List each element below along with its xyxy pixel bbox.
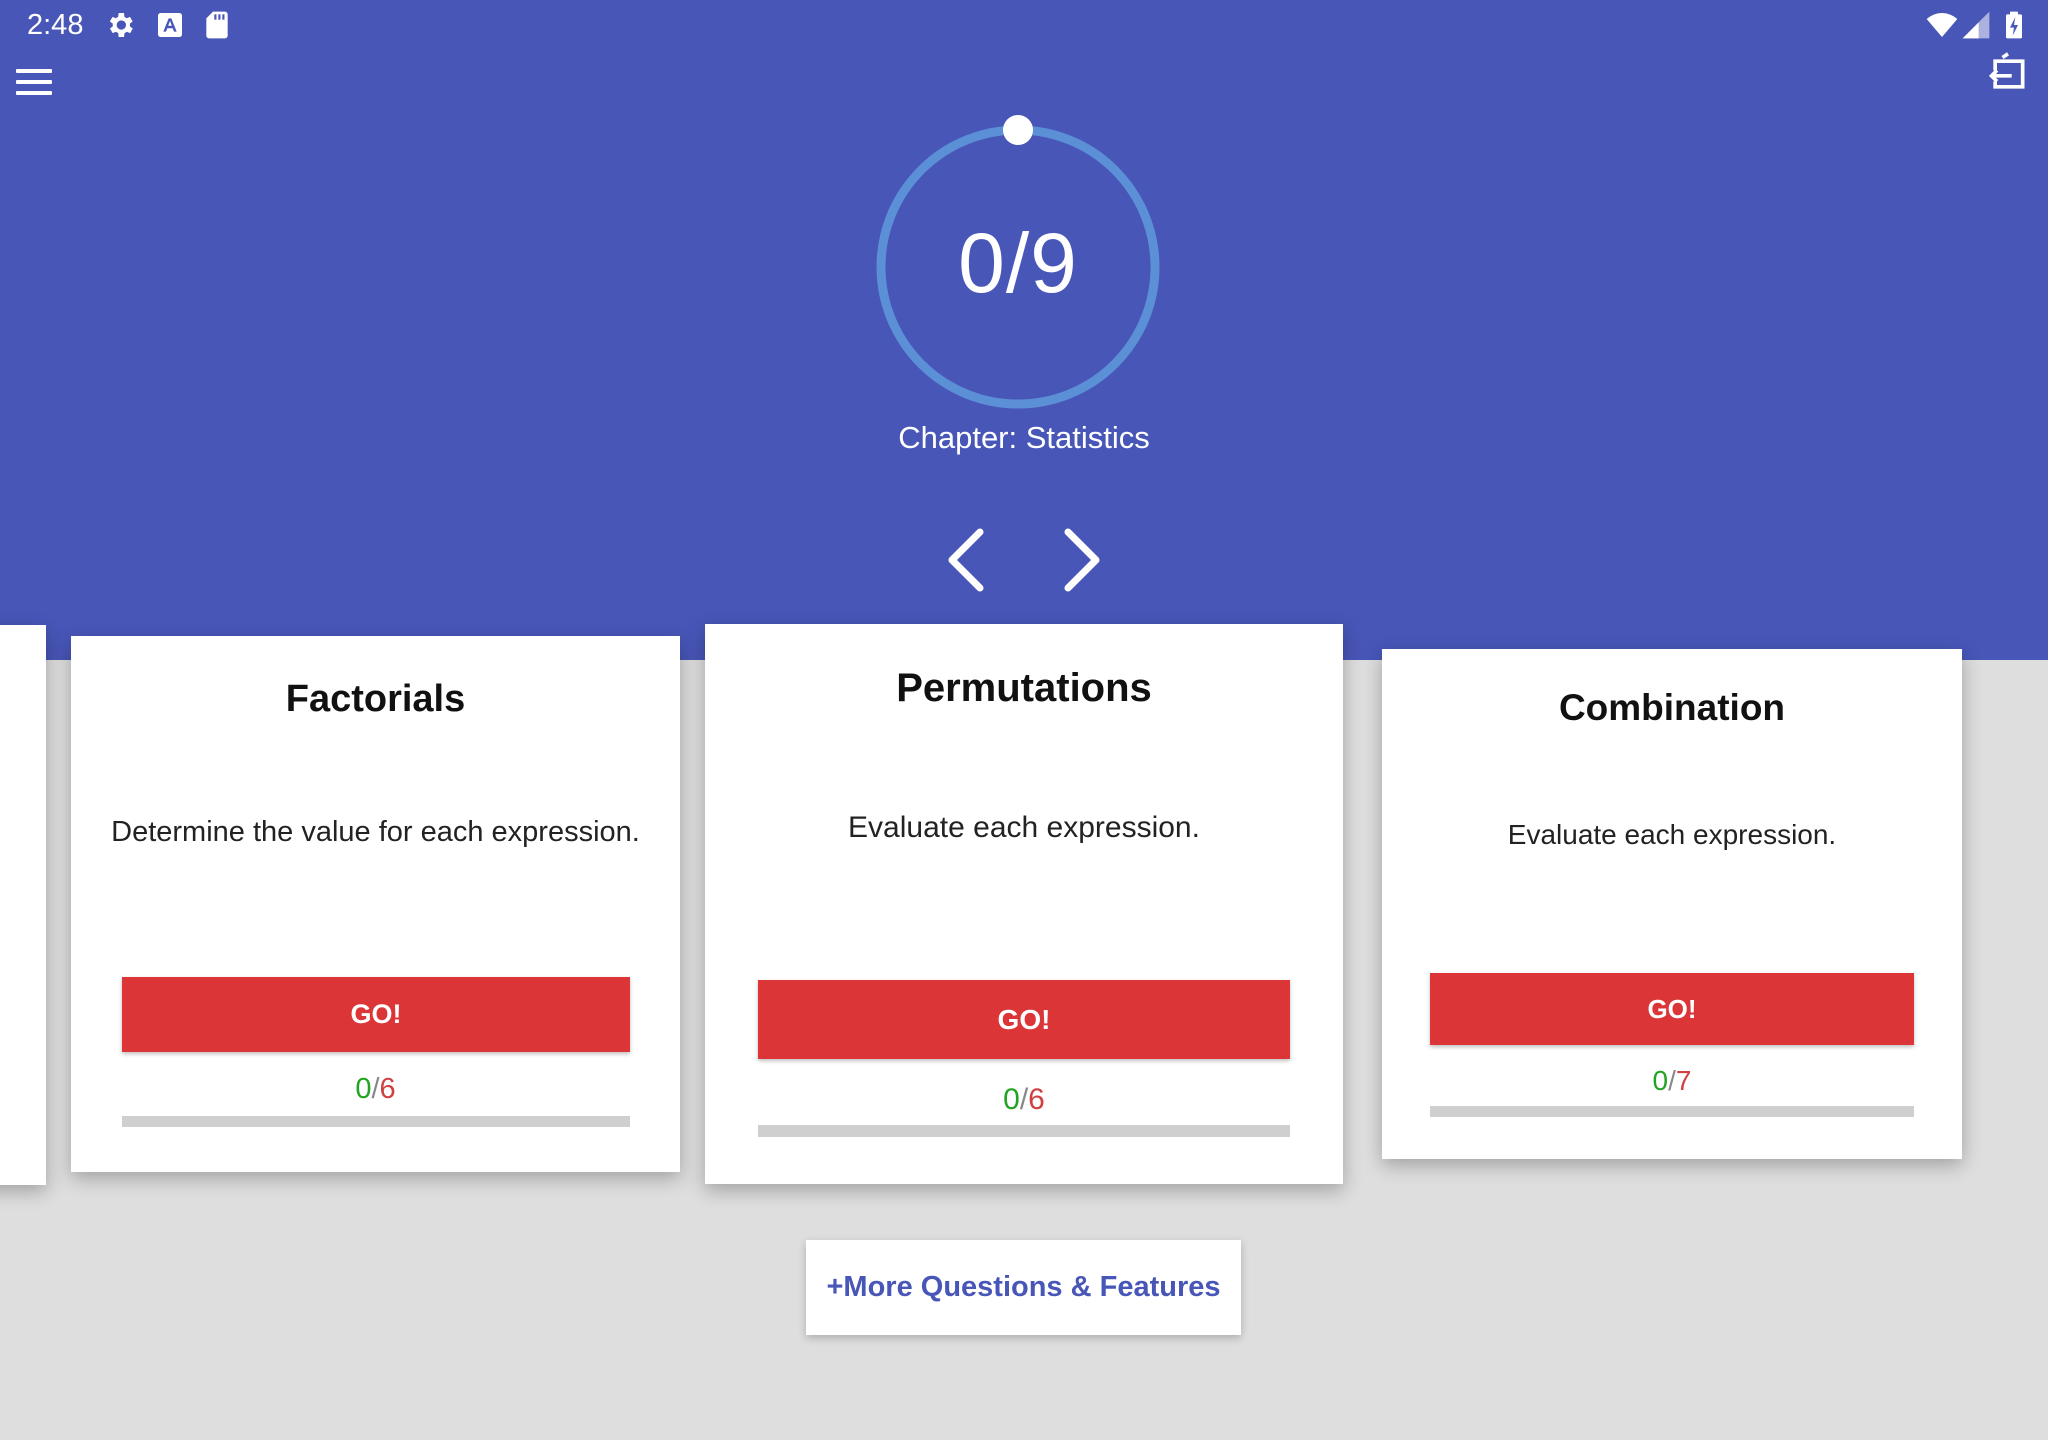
score-total: 6 [379,1073,396,1105]
score-separator: / [1019,1083,1029,1116]
card-progress-bar [758,1125,1290,1137]
card-partial-left [0,625,46,1185]
card-progress-bar [122,1116,630,1127]
score-correct: 0 [1652,1065,1669,1096]
card-progress-bar [1430,1106,1914,1117]
go-button[interactable]: GO! [758,980,1290,1059]
sd-card-icon [206,11,228,39]
status-time: 2:48 [27,9,84,41]
card-title: Combination [1558,687,1786,728]
status-bar: 2:48 [0,0,2048,50]
progress-count: 0/9 [958,216,1078,310]
topic-card-factorials: Factorials Determine the value for each … [71,636,680,1172]
chapter-title: Chapter: Statistics [898,420,1150,455]
score-total: 6 [1028,1083,1045,1116]
card-title: Factorials [285,678,466,720]
hamburger-menu-icon[interactable] [12,64,58,100]
card-score: 0/7 [1382,1065,1962,1097]
go-button[interactable]: GO! [1430,973,1914,1045]
card-description: Determine the value for each expression. [111,816,640,848]
font-a-icon [158,13,182,37]
exit-to-app-icon[interactable] [1985,52,2031,96]
chevron-right-icon[interactable] [1048,520,1118,600]
score-correct: 0 [355,1073,372,1105]
cell-signal-icon [1962,11,1990,39]
score-correct: 0 [1003,1083,1020,1116]
topic-card-permutations: Permutations Evaluate each expression. G… [705,624,1343,1184]
battery-charging-icon [2006,11,2022,39]
card-description: Evaluate each expression. [848,811,1200,844]
chevron-left-icon[interactable] [930,520,1000,600]
topic-card-combination: Combination Evaluate each expression. GO… [1382,649,1962,1159]
score-separator: / [1668,1065,1676,1096]
score-total: 7 [1675,1065,1692,1096]
progress-ring-knob [1003,115,1033,145]
go-button[interactable]: GO! [122,977,630,1052]
settings-icon [109,13,133,37]
more-questions-button[interactable]: +More Questions & Features [806,1240,1241,1335]
score-separator: / [371,1073,380,1105]
card-score: 0/6 [71,1073,680,1106]
card-score: 0/6 [705,1083,1343,1117]
card-description: Evaluate each expression. [1507,819,1837,850]
card-title: Permutations [896,666,1152,710]
wifi-icon [1926,13,1958,37]
